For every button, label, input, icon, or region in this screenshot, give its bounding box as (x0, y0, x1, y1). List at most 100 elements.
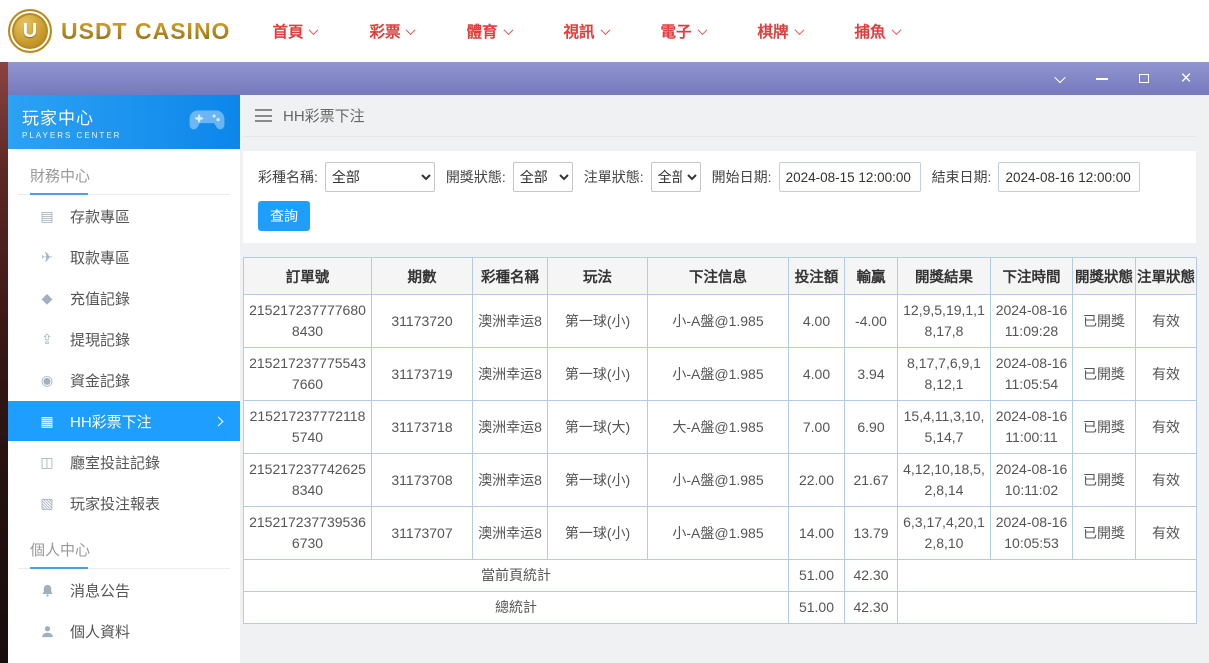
summary-label: 當前頁統計 (244, 560, 789, 592)
table-cell: 31173708 (372, 454, 473, 507)
lottery-type-select[interactable]: 全部 (325, 162, 435, 192)
bets-table-card: 訂單號期數彩種名稱玩法下注信息投注額輸贏開獎結果下注時間開獎狀態注單狀態 215… (243, 257, 1196, 624)
table-cell: 小-A盤@1.985 (648, 295, 789, 348)
table-cell: 澳洲幸运8 (473, 295, 548, 348)
order-status-filter: 注單狀態: 全部 (584, 162, 701, 192)
gamepad-icon (188, 107, 226, 138)
table-cell: 澳洲幸运8 (473, 348, 548, 401)
table-cell: 8,17,7,6,9,18,12,1 (898, 348, 991, 401)
table-cell: 3.94 (845, 348, 898, 401)
draw-status-select[interactable]: 全部 (513, 162, 573, 192)
summary-bet-total: 51.00 (789, 592, 845, 624)
nav-item-5[interactable]: 電子 (661, 20, 706, 42)
logo-icon: U (8, 9, 52, 53)
chevron-right-icon (214, 416, 224, 426)
sidebar-item-lottery-bets[interactable]: ▦HH彩票下注 (8, 401, 240, 441)
table-cell: 澳洲幸运8 (473, 401, 548, 454)
end-date-label: 結束日期: (932, 167, 992, 187)
filter-panel: 彩種名稱: 全部 開獎狀態: 全部 注單狀態: (243, 151, 1196, 243)
table-cell: 22.00 (789, 454, 845, 507)
table-cell: 14.00 (789, 507, 845, 560)
sidebar-item-report[interactable]: ▧ 玩家投注報表 (8, 483, 240, 523)
nav-item-1[interactable]: 首頁 (272, 20, 317, 42)
column-header: 彩種名稱 (473, 258, 548, 295)
start-date-input[interactable] (779, 162, 921, 192)
sidebar-title: 玩家中心 (22, 104, 121, 129)
table-cell: 2152172377721185740 (244, 401, 372, 454)
hall-record-icon: ◫ (38, 455, 56, 469)
logo-text: USDT CASINO (61, 18, 230, 45)
withdraw-icon: ✈ (38, 250, 56, 264)
nav-item-label: 電子 (661, 20, 692, 42)
filter-row: 彩種名稱: 全部 開獎狀態: 全部 注單狀態: (258, 162, 1181, 192)
nav-item-7[interactable]: 捕魚 (855, 20, 900, 42)
table-cell: 有效 (1136, 295, 1197, 348)
chevron-down-icon (794, 25, 804, 35)
sidebar-item-recharge-record[interactable]: ◆充值記錄 (8, 278, 240, 318)
table-cell: 已開獎 (1073, 507, 1136, 560)
site-logo[interactable]: U USDT CASINO (8, 9, 230, 53)
column-header: 開獎結果 (898, 258, 991, 295)
window-body: 玩家中心 PLAYERS CENTER 財務中心▤存款專區✈取款專區◆充值 (8, 95, 1209, 663)
table-cell: 澳洲幸运8 (473, 454, 548, 507)
menu-toggle-icon[interactable] (255, 109, 272, 122)
table-cell: 12,9,5,19,1,18,17,8 (898, 295, 991, 348)
summary-bet-total: 51.00 (789, 560, 845, 592)
chevron-down-icon (406, 25, 416, 35)
breadcrumb: HH彩票下注 (243, 95, 1196, 137)
report-icon: ▧ (38, 496, 56, 510)
table-cell: 2024-08-16 10:05:53 (991, 507, 1073, 560)
chevron-down-icon (697, 25, 707, 35)
maximize-button[interactable] (1135, 70, 1153, 88)
end-date-input[interactable] (998, 162, 1140, 192)
nav-item-4[interactable]: 視訊 (564, 20, 609, 42)
chevron-down-icon (891, 25, 901, 35)
table-summary-row: 當前頁統計51.0042.30 (244, 560, 1197, 592)
table-cell: 31173719 (372, 348, 473, 401)
table-cell: 有效 (1136, 454, 1197, 507)
draw-status-filter: 開獎狀態: 全部 (446, 162, 573, 192)
sidebar-item-label: 存款專區 (70, 206, 130, 227)
nav-item-label: 彩票 (369, 20, 400, 42)
sidebar-item-cashout-record[interactable]: ⇪提現記錄 (8, 319, 240, 359)
table-row: 215217237772118574031173718澳洲幸运8第一球(大)大-… (244, 401, 1197, 454)
nav-item-6[interactable]: 棋牌 (758, 20, 803, 42)
start-date-filter: 開始日期: (712, 162, 921, 192)
sidebar-item-profile[interactable]: 個人資料 (8, 611, 240, 651)
table-cell: 有效 (1136, 507, 1197, 560)
sidebar-item-hall-record[interactable]: ◫廳室投註記錄 (8, 442, 240, 482)
nav-item-label: 視訊 (564, 20, 595, 42)
nav-item-3[interactable]: 體育 (466, 20, 511, 42)
table-cell: 澳洲幸运8 (473, 507, 548, 560)
bets-table: 訂單號期數彩種名稱玩法下注信息投注額輸贏開獎結果下注時間開獎狀態注單狀態 215… (243, 257, 1197, 624)
table-cell: 已開獎 (1073, 295, 1136, 348)
table-cell: 大-A盤@1.985 (648, 401, 789, 454)
sidebar-item-label: 取款專區 (70, 247, 130, 268)
order-status-select[interactable]: 全部 (651, 162, 701, 192)
table-cell: 31173707 (372, 507, 473, 560)
sidebar-item-bell[interactable]: 消息公告 (8, 570, 240, 610)
query-button[interactable]: 查詢 (258, 201, 310, 231)
table-cell: 小-A盤@1.985 (648, 507, 789, 560)
sidebar-item-funds-record[interactable]: ◉資金記錄 (8, 360, 240, 400)
close-button[interactable] (1177, 70, 1195, 88)
table-header-row: 訂單號期數彩種名稱玩法下注信息投注額輸贏開獎結果下注時間開獎狀態注單狀態 (244, 258, 1197, 295)
table-cell: 2152172377776808430 (244, 295, 372, 348)
summary-win-loss-total: 42.30 (845, 592, 898, 624)
table-cell: 已開獎 (1073, 454, 1136, 507)
sidebar-item-label: 玩家投注報表 (70, 493, 160, 514)
sidebar-header: 玩家中心 PLAYERS CENTER (8, 95, 240, 149)
table-cell: 31173720 (372, 295, 473, 348)
table-cell: 第一球(大) (548, 401, 648, 454)
table-cell: 小-A盤@1.985 (648, 454, 789, 507)
table-cell: 4.00 (789, 348, 845, 401)
sidebar-item-withdraw[interactable]: ✈ 取款專區 (8, 237, 240, 277)
table-cell: 2152172377755437660 (244, 348, 372, 401)
collapse-button[interactable] (1051, 70, 1069, 88)
column-header: 投注額 (789, 258, 845, 295)
minimize-button[interactable] (1093, 70, 1111, 88)
table-cell: 4,12,10,18,5,2,8,14 (898, 454, 991, 507)
sidebar-item-deposit[interactable]: ▤存款專區 (8, 196, 240, 236)
table-cell: 有效 (1136, 401, 1197, 454)
nav-item-2[interactable]: 彩票 (369, 20, 414, 42)
